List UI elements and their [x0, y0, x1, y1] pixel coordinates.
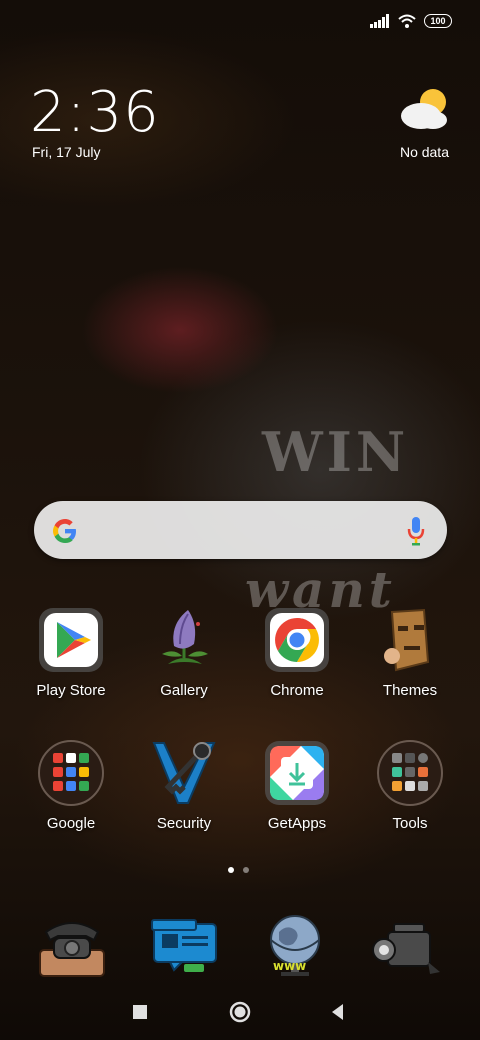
- clock-time[interactable]: 2:36: [30, 80, 160, 145]
- dock-phone[interactable]: [32, 910, 112, 980]
- app-label: Themes: [382, 682, 438, 699]
- messages-icon: [151, 919, 217, 972]
- page-dot-active: [228, 867, 234, 873]
- weather-status[interactable]: No data: [400, 144, 449, 160]
- recents-icon[interactable]: [128, 1000, 152, 1024]
- page-dot[interactable]: [243, 867, 249, 873]
- navigation-bar: [0, 990, 480, 1036]
- app-label: Play Store: [36, 682, 106, 699]
- play-store-icon: [35, 604, 107, 676]
- status-bar: 100: [370, 10, 452, 32]
- home-icon[interactable]: [228, 1000, 252, 1024]
- google-search-bar[interactable]: [34, 501, 447, 559]
- back-icon[interactable]: [326, 1000, 350, 1024]
- app-label: Tools: [392, 815, 428, 832]
- chrome-icon: [261, 604, 333, 676]
- app-security[interactable]: Security: [134, 737, 234, 832]
- tools-folder-icon: [374, 737, 446, 809]
- security-key-icon: [148, 737, 220, 809]
- app-label: Google: [46, 815, 96, 832]
- phone-icon: [39, 922, 105, 977]
- google-folder-icon: [35, 737, 107, 809]
- partly-cloudy-icon[interactable]: [397, 86, 451, 132]
- app-label: Chrome: [270, 682, 324, 699]
- dock-browser[interactable]: www: [257, 910, 337, 980]
- wifi-icon: [398, 14, 416, 28]
- dock-messages[interactable]: [144, 910, 224, 980]
- app-folder-google[interactable]: Google: [21, 737, 121, 832]
- signal-icon: [370, 14, 389, 28]
- app-label: GetApps: [267, 815, 327, 832]
- clock-date[interactable]: Fri, 17 July: [32, 144, 100, 160]
- page-indicator: [228, 867, 249, 873]
- app-getapps[interactable]: GetApps: [247, 737, 347, 832]
- app-label: Security: [156, 815, 212, 832]
- getapps-icon: [261, 737, 333, 809]
- themes-mask-icon: [374, 604, 446, 676]
- camera-icon: [372, 923, 440, 974]
- wallpaper-mug-text-1: WIN: [262, 420, 410, 484]
- app-chrome[interactable]: Chrome: [247, 604, 347, 699]
- browser-icon: www: [270, 915, 320, 976]
- app-label: Gallery: [160, 682, 208, 699]
- app-gallery[interactable]: Gallery: [134, 604, 234, 699]
- app-play-store[interactable]: Play Store: [21, 604, 121, 699]
- svg-text:www: www: [273, 959, 306, 973]
- google-logo-icon: [53, 519, 76, 543]
- microphone-icon[interactable]: [407, 516, 425, 546]
- app-folder-tools[interactable]: Tools: [360, 737, 460, 832]
- app-themes[interactable]: Themes: [360, 604, 460, 699]
- gallery-flower-icon: [148, 604, 220, 676]
- battery-icon: 100: [424, 14, 452, 28]
- dock-camera[interactable]: [368, 910, 448, 980]
